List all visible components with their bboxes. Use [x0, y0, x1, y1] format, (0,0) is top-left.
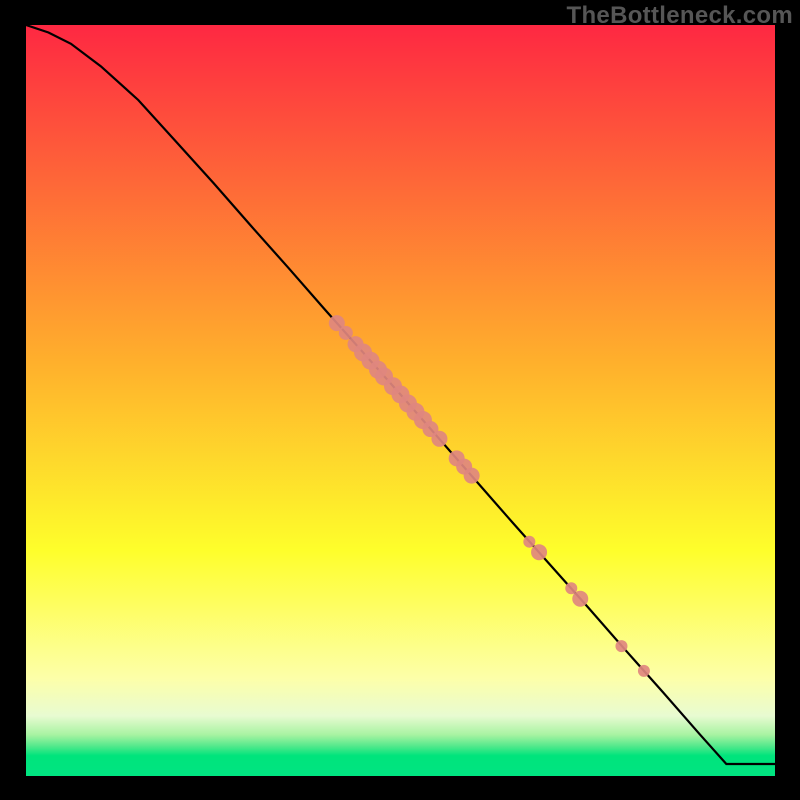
- chart-frame: [0, 0, 800, 800]
- heat-gradient: [26, 25, 775, 776]
- plot-area: [26, 25, 775, 776]
- watermark-text: TheBottleneck.com: [567, 2, 793, 30]
